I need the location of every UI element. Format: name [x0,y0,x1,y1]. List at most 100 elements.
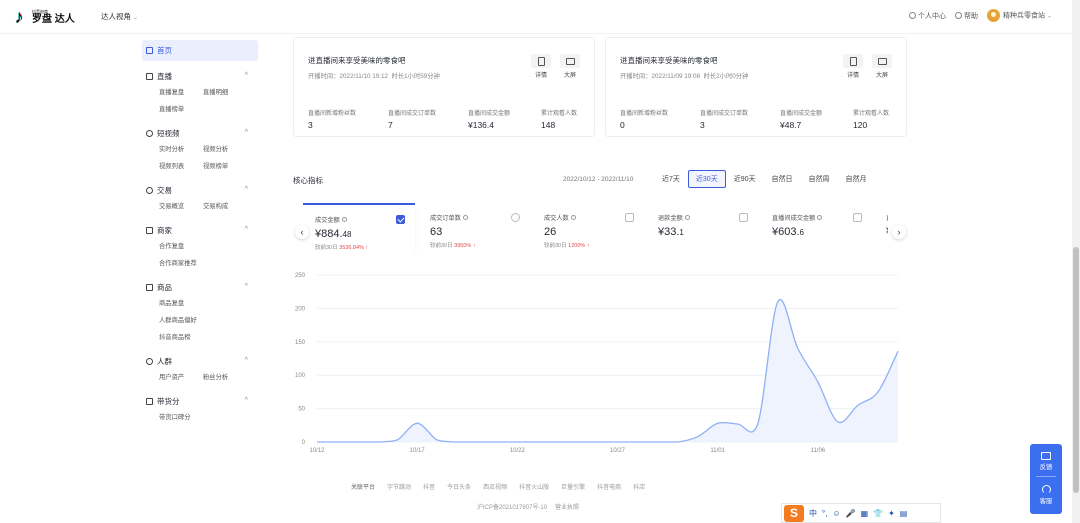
chinese-mode-icon[interactable]: 中 [809,508,817,519]
metric-checkbox[interactable] [625,213,634,222]
metric-card-gmv[interactable]: 成交金额 ¥884.48 较前30日 3536.84% ↑ [303,203,415,253]
metric-card-live-partial[interactable]: 直播 ¥ [874,203,888,253]
sidebar-item-live-detail[interactable]: 直播明细 [203,84,247,101]
detail-button[interactable]: 详情 [530,54,552,81]
footer-link[interactable]: 西瓜视频 [483,482,507,491]
footer-link[interactable]: 抖音电商 [597,482,621,491]
sidebar-item-crowd-preference[interactable]: 人群商品偏好 [159,312,219,329]
sidebar-item-product-review[interactable]: 商品复盘 [159,295,203,312]
footer-link[interactable]: 抖音火山版 [519,482,549,491]
icp-number[interactable]: 沪ICP备2021017807号-10 [477,502,547,511]
metric-checkbox[interactable] [396,215,405,224]
carousel-next-button[interactable]: › [892,225,906,239]
toolbox-icon[interactable]: ✦ [888,509,895,518]
sidebar-item-user-assets[interactable]: 用户资产 [159,369,203,386]
sidebar-item-trade-structure[interactable]: 交易构成 [203,198,247,215]
sidebar-group-header[interactable]: 交易 ^ [142,183,258,198]
metric-compare: 较前30日 1200% ↑ [544,241,590,249]
tab-7-days[interactable]: 近7天 [654,170,688,188]
footer-link[interactable]: 字节跳动 [387,482,411,491]
start-time: 开播时间：2022/11/09 19:08 [620,73,701,80]
keyboard-icon[interactable]: ▦ [861,509,869,518]
tab-30-days[interactable]: 近30天 [687,170,726,188]
y-tick-label: 200 [295,306,306,312]
skin-icon[interactable]: 👕 [873,509,883,518]
metric-checkbox[interactable] [511,213,520,222]
sidebar-group-header[interactable]: 短视频 ^ [142,126,258,141]
start-time: 开播时间：2022/11/10 19:12 [308,73,389,80]
feedback-widget: 反馈 客服 [1030,444,1062,514]
screen-icon [560,54,580,68]
metric-card-orders[interactable]: 成交订单数 63 较前30日 3950% ↑ [418,203,530,253]
big-screen-button[interactable]: 大屏 [871,54,893,81]
home-icon [146,47,153,54]
sidebar-item-coop-review[interactable]: 合作复盘 [159,238,203,255]
sidebar-item-video-analysis[interactable]: 视频分析 [203,141,247,158]
detail-button[interactable]: 详情 [842,54,864,81]
microphone-icon[interactable]: 🎤 [846,509,856,518]
business-license[interactable]: 营业执照 [555,502,579,511]
customer-service-button[interactable]: 客服 [1030,485,1062,505]
tab-90-days[interactable]: 近90天 [726,170,764,188]
chevron-right-icon: › [897,227,901,237]
sogou-ime-icon[interactable]: S [784,504,804,522]
screen-icon [872,54,892,68]
stat-orders: 直播间成交订单数 7 [388,108,436,130]
sidebar-item-live-ranking[interactable]: 直播榜单 [159,101,203,118]
footer-link[interactable]: 抖音 [423,482,435,491]
logo-title: 罗盘 达人 [32,13,75,25]
sidebar-item-douyin-product-ranking[interactable]: 抖音商品榜 [159,329,219,346]
metric-card-live-gmv[interactable]: 直播间成交金额 ¥603.6 [760,203,872,253]
sidebar-group-header[interactable]: 直播 ^ [142,69,258,84]
metric-card-refund[interactable]: 退款金额 ¥33.1 [646,203,758,253]
footer-link[interactable]: 今日头条 [447,482,471,491]
sidebar-item-realtime[interactable]: 实时分析 [159,141,203,158]
detail-label: 详情 [846,73,859,79]
big-screen-button[interactable]: 大屏 [559,54,581,81]
sidebar-group-header[interactable]: 商家 ^ [142,223,258,238]
sidebar-item-live-review[interactable]: 直播复盘 [159,84,203,101]
footer-link[interactable]: 抖店 [633,482,645,491]
carousel-prev-button[interactable]: ‹ [295,225,309,239]
logo[interactable]: ♪ ♪ ♪ 抖音电商 罗盘 达人 [13,7,75,26]
help-link[interactable]: 帮助 [955,11,978,21]
footer-links: 关联平台 字节跳动 抖音 今日头条 西瓜视频 抖音火山版 巨量引擎 抖音电商 抖… [351,482,645,491]
page-scrollbar[interactable] [1072,0,1080,523]
sidebar-item-fans-analysis[interactable]: 粉丝分析 [203,369,247,386]
sidebar-item-video-list[interactable]: 视频列表 [159,158,203,175]
sidebar-item-home[interactable]: 首页 [142,40,258,61]
metric-value-decimal: 1 [679,228,684,237]
account-menu[interactable]: 精种兵零食站 ⌄ [987,9,1052,22]
grid-menu-icon[interactable]: ▤ [900,509,908,518]
sidebar-item-coop-recommend[interactable]: 合作商家推荐 [159,255,219,272]
message-icon [1041,452,1051,460]
perspective-dropdown[interactable]: 达人视角 ⌄ [101,11,138,22]
tab-natural-day[interactable]: 自然日 [764,170,801,188]
group-label: 交易 [157,186,172,195]
scrollbar-thumb[interactable] [1073,247,1079,493]
personal-center-link[interactable]: 个人中心 [909,11,946,21]
sidebar-item-video-ranking[interactable]: 视频榜单 [203,158,247,175]
metric-value: ¥603.6 [772,226,804,238]
sidebar-group-header[interactable]: 人群 ^ [142,354,258,369]
compare-label: 较前30日 [544,243,567,249]
y-tick-label: 250 [295,273,306,279]
tab-natural-week[interactable]: 自然周 [801,170,838,188]
metric-card-buyers[interactable]: 成交人数 26 较前30日 1200% ↑ [532,203,644,253]
feedback-label: 反馈 [1039,464,1053,471]
stat-label: 直播间新增粉丝数 [308,111,357,117]
stat-value: ¥48.7 [780,120,802,130]
metric-checkbox[interactable] [739,213,748,222]
tab-natural-month[interactable]: 自然月 [838,170,875,188]
sidebar-item-trade-overview[interactable]: 交易概览 [159,198,203,215]
sidebar-group-product: 商品 ^ 商品复盘 人群商品偏好 抖音商品榜 [142,280,258,346]
sidebar-group-header[interactable]: 商品 ^ [142,280,258,295]
punctuation-icon[interactable]: °, [822,509,827,518]
feedback-button[interactable]: 反馈 [1030,452,1062,471]
footer-link[interactable]: 巨量引擎 [561,482,585,491]
metric-checkbox[interactable] [853,213,862,222]
sidebar-item-reputation-score[interactable]: 带货口碑分 [159,409,219,426]
sidebar-group-header[interactable]: 带货分 ^ [142,394,258,409]
emoji-icon[interactable]: ☺ [832,509,840,518]
sidebar-group-crowd: 人群 ^ 用户资产 粉丝分析 [142,354,258,386]
